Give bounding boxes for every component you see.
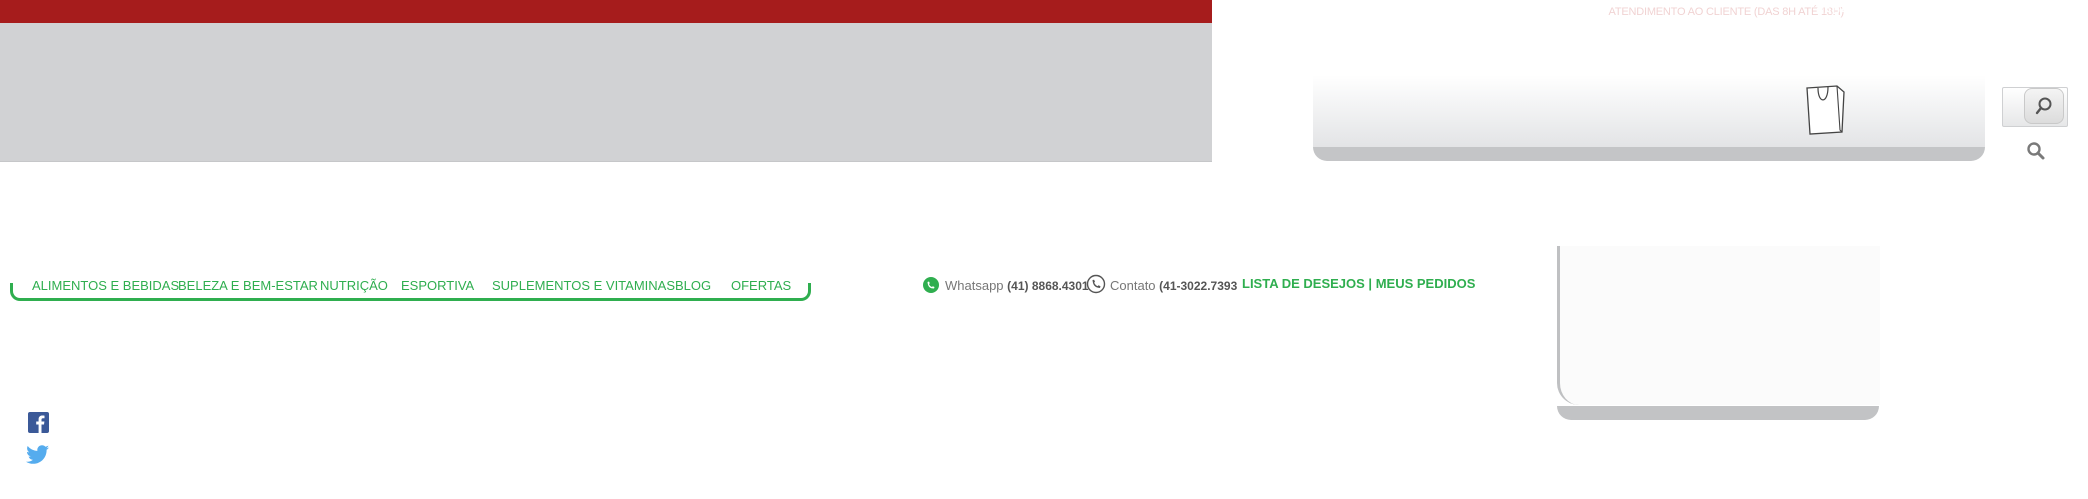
nav-item-alimentos-e-bebidas[interactable]: ALIMENTOS E BEBIDAS [32,278,179,293]
contato-label: Contato [1110,278,1156,293]
whatsapp-label: Whatsapp [945,278,1004,293]
wishlist-orders-links: LISTA DE DESEJOS | MEUS PEDIDOS [1242,276,1475,291]
facebook-icon[interactable] [28,412,49,433]
nav-item-beleza-e-bem-estar[interactable]: BELEZA E BEM-ESTAR [178,278,318,293]
contato-number: (41-3022.7393 [1159,279,1238,293]
my-orders-link[interactable]: MEUS PEDIDOS [1998,5,2082,17]
cart-panel-shadow [1313,147,1985,161]
account-links: CADASTRE-SE |MEU CADASTRO |MEUS PEDIDOS [1816,5,2082,17]
nav-item-nutricao[interactable]: NUTRIÇÃO [320,278,388,293]
whatsapp-number: (41) 8868.4301 [1007,279,1089,293]
nav-item-ofertas[interactable]: OFERTAS [731,278,791,293]
top-bar [0,0,1212,23]
cart-panel [1313,75,1985,147]
dropdown-panel-shadow [1557,406,1879,420]
search-icon[interactable] [2026,141,2046,166]
separator: | [1364,276,1376,291]
whatsapp-contact: Whatsapp (41) 8868.4301 [945,278,1089,293]
whatsapp-icon [922,276,940,299]
search-icon [2035,97,2052,115]
nav-item-blog[interactable]: BLOG [675,278,711,293]
header-banner [0,23,1212,162]
customer-service-hours: ATENDIMENTO AO CLIENTE (DAS 8H ATÉ 18H) [1608,6,1845,18]
shopping-bag-icon[interactable] [1804,82,1846,136]
wishlist-link[interactable]: LISTA DE DESEJOS [1242,276,1365,291]
phone-contact: Contato (41-3022.7393 [1110,278,1237,293]
twitter-icon[interactable] [26,445,50,470]
search-button[interactable] [2024,88,2064,124]
my-account-link[interactable]: MEU CADASTRO [1902,5,1992,17]
dropdown-panel [1557,246,1880,405]
register-link[interactable]: CADASTRE-SE [1816,5,1895,17]
nav-item-suplementos-e-vitaminas[interactable]: SUPLEMENTOS E VITAMINAS [492,278,675,293]
nav-item-esportiva[interactable]: ESPORTIVA [401,278,474,293]
orders-link[interactable]: MEUS PEDIDOS [1376,276,1476,291]
phone-icon [1086,274,1106,299]
